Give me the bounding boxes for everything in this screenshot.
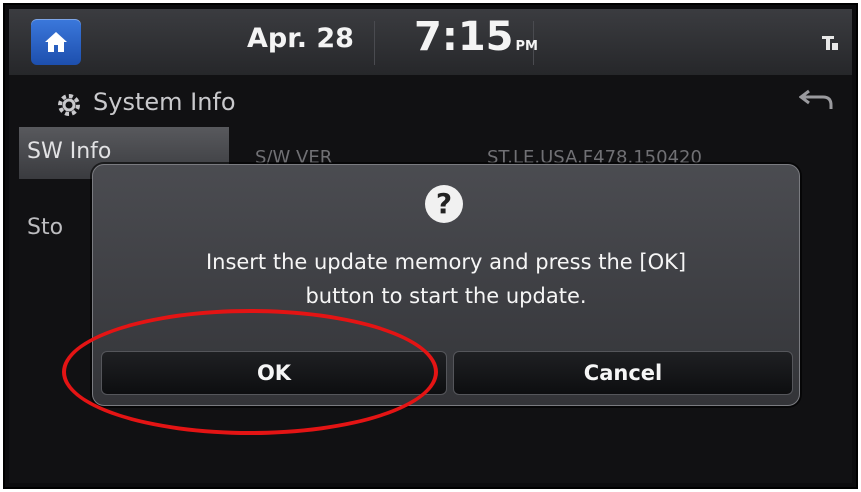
clock-display: 7:15 PM	[414, 14, 538, 60]
date-display: Apr. 28	[247, 23, 354, 54]
dialog-message: Insert the update memory and press the […	[93, 245, 799, 313]
gear-icon	[58, 94, 80, 116]
head-unit-screen: Apr. 28 7:15 PM System Info SW Info Sto S…	[9, 9, 852, 483]
update-dialog: ? Insert the update memory and press the…	[92, 164, 800, 406]
signal-icon	[822, 36, 838, 50]
status-separator	[374, 21, 375, 65]
ok-button[interactable]: OK	[101, 351, 447, 395]
screenshot-frame: Apr. 28 7:15 PM System Info SW Info Sto S…	[3, 3, 858, 489]
question-icon: ?	[425, 185, 463, 223]
dialog-message-line: button to start the update.	[305, 284, 587, 308]
dialog-message-line: Insert the update memory and press the […	[205, 250, 687, 274]
home-button[interactable]	[31, 19, 81, 65]
sidebar-item-label: SW Info	[27, 139, 112, 164]
status-bar: Apr. 28 7:15 PM	[9, 9, 852, 75]
clock-time: 7:15	[414, 14, 514, 60]
page-title: System Info	[93, 88, 236, 116]
clock-ampm: PM	[515, 39, 538, 54]
back-arrow-icon[interactable]	[799, 89, 833, 111]
cancel-button[interactable]: Cancel	[453, 351, 793, 395]
home-icon	[45, 32, 67, 52]
sidebar-item-label: Sto	[27, 215, 64, 240]
